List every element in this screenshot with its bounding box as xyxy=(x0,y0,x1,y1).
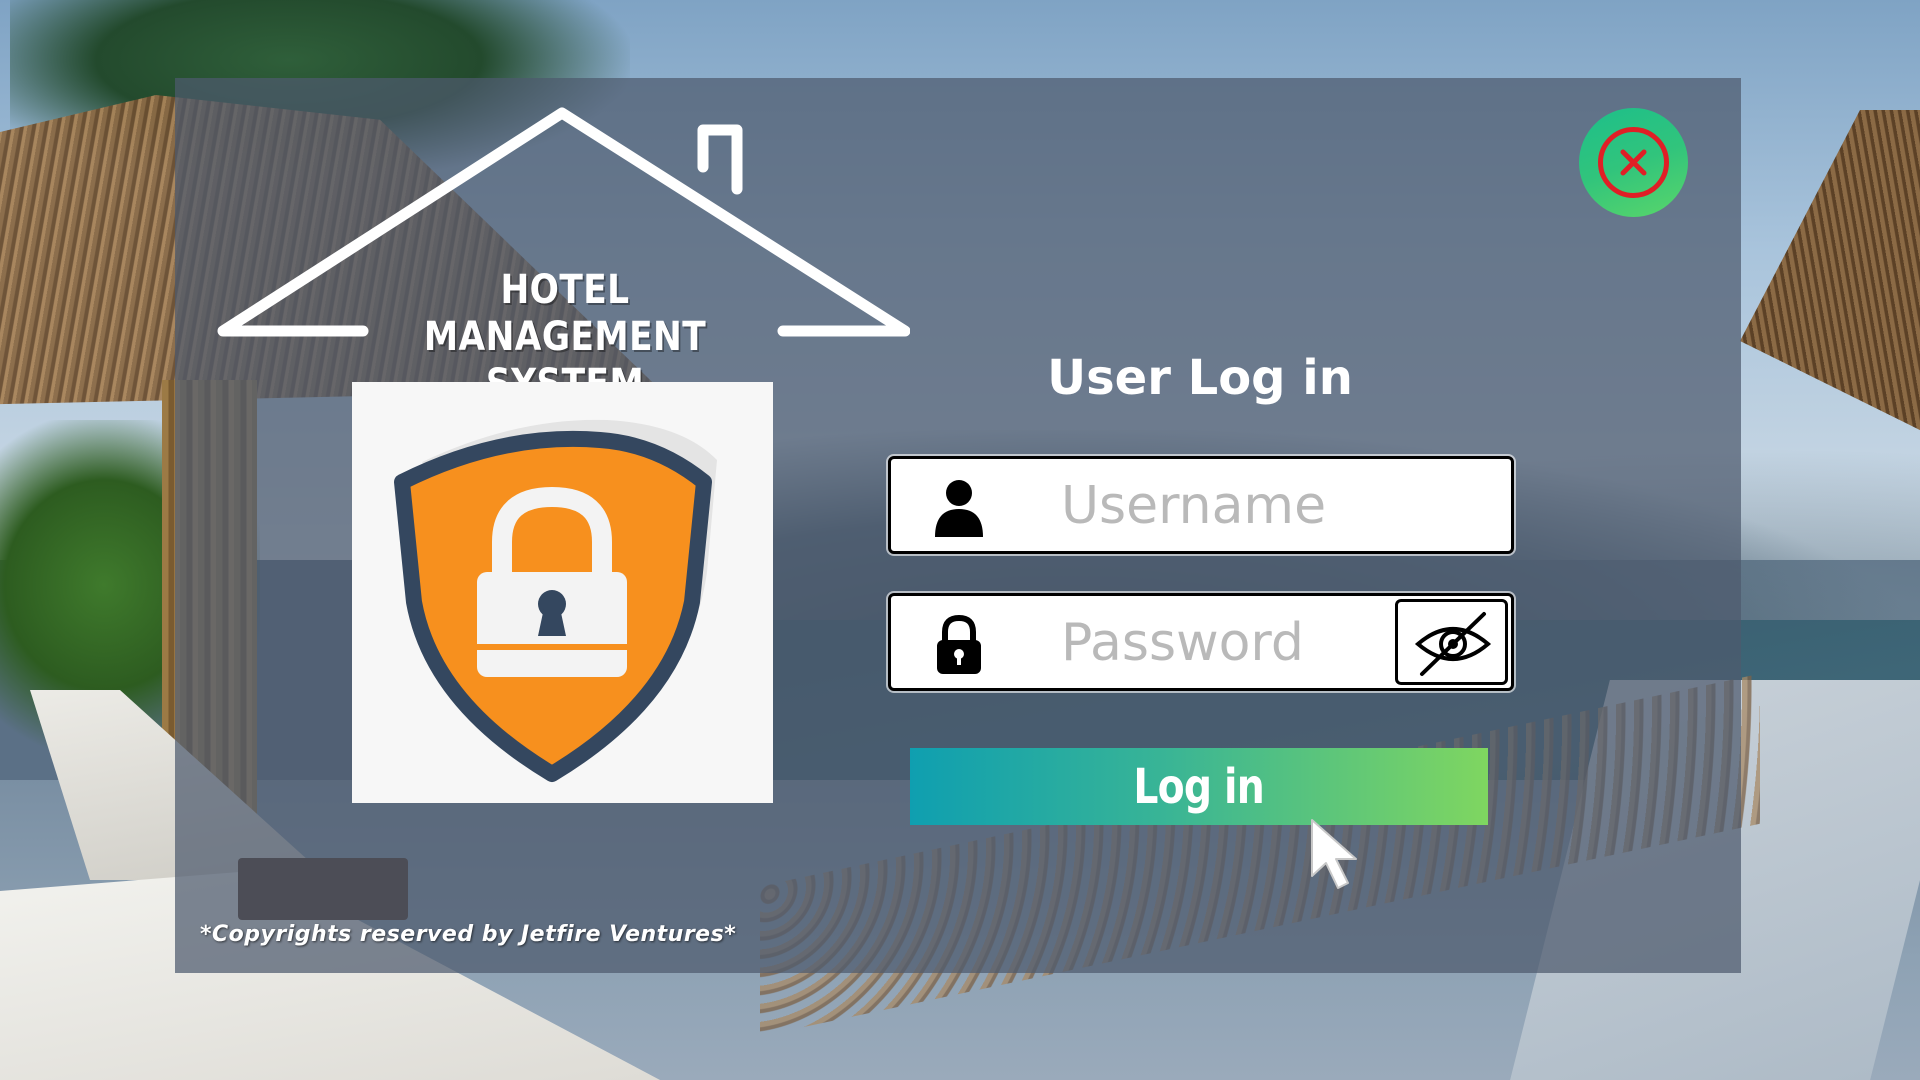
login-heading: User Log in xyxy=(1047,350,1353,406)
password-field[interactable] xyxy=(888,593,1514,691)
show-password-toggle[interactable] xyxy=(1395,599,1508,685)
app-title-line1: HOTEL MANAGEMENT xyxy=(423,267,707,360)
mouse-cursor-icon xyxy=(1311,819,1357,889)
house-logo: HOTEL MANAGEMENT SYSTEM xyxy=(215,105,910,407)
copyright-text: *Copyrights reserved by Jetfire Ventures… xyxy=(200,922,737,947)
username-input[interactable] xyxy=(1061,473,1391,539)
login-button-label: Log in xyxy=(1133,758,1265,815)
user-icon xyxy=(935,480,983,537)
lock-icon xyxy=(937,614,981,674)
shield-lock-icon xyxy=(394,419,717,782)
shield-lock-image xyxy=(352,382,773,803)
username-field[interactable] xyxy=(888,456,1514,554)
close-icon xyxy=(1598,127,1669,198)
login-button[interactable]: Log in xyxy=(910,748,1488,825)
close-button[interactable] xyxy=(1579,108,1688,217)
eye-slash-icon xyxy=(1414,612,1492,676)
password-input[interactable] xyxy=(1061,610,1391,676)
